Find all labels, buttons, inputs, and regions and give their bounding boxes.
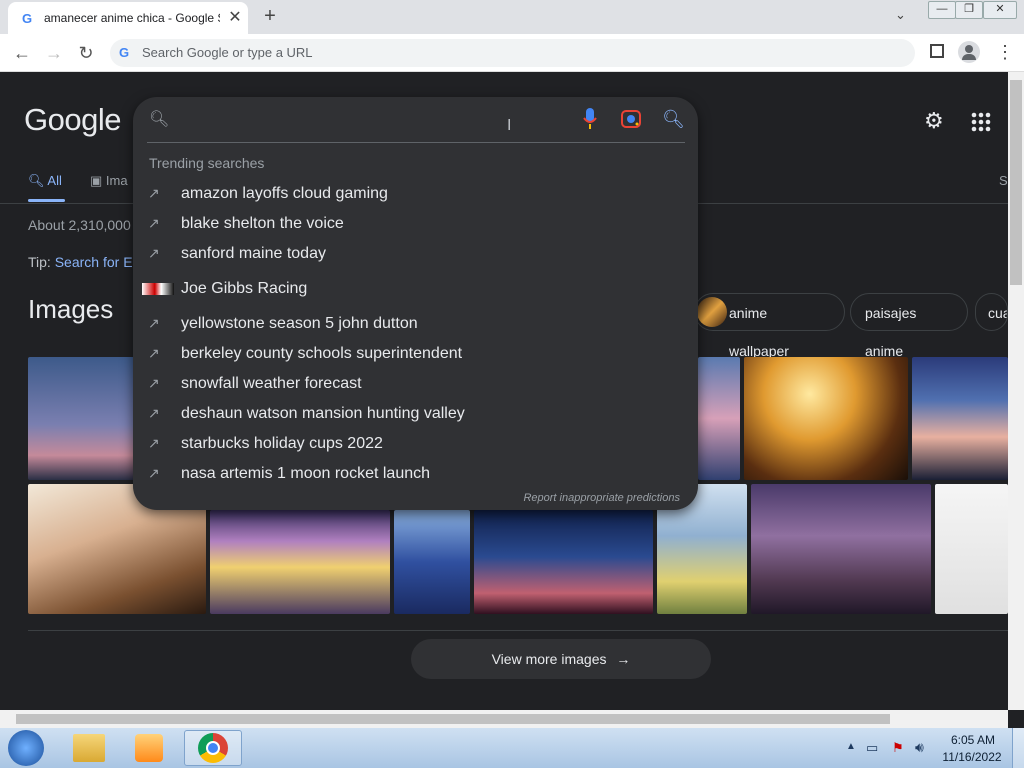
- network-icon[interactable]: ▭: [866, 740, 878, 756]
- suggestion-text: snowfall weather forecast: [181, 375, 362, 392]
- search-icon: 🔍︎: [28, 173, 45, 188]
- tab-images-label: Ima: [105, 173, 128, 188]
- chip-label: cua: [988, 305, 1007, 321]
- google-favicon-icon: G: [22, 11, 33, 26]
- action-center-flag-icon[interactable]: ⚑: [892, 740, 904, 756]
- reload-icon[interactable]: ↻: [74, 41, 98, 65]
- suggestion-text: Joe Gibbs Racing: [181, 280, 308, 297]
- suggestion-text: sanford maine today: [181, 245, 326, 262]
- chip-anime-wallpaper[interactable]: anime wallpaper: [694, 293, 845, 359]
- result-stats: About 2,310,000: [28, 217, 131, 233]
- trending-arrow-icon: ↗: [148, 185, 160, 201]
- horizontal-scrollbar[interactable]: [0, 710, 1008, 728]
- suggestion-text: berkeley county schools superintendent: [181, 345, 463, 362]
- suggestion-text: yellowstone season 5 john dutton: [181, 315, 418, 332]
- joe-gibbs-racing-logo-icon: [142, 283, 174, 295]
- google-g-icon: G: [119, 45, 130, 60]
- image-result[interactable]: [698, 357, 740, 480]
- vertical-scrollbar[interactable]: [1008, 72, 1024, 710]
- chip-paisajes-anime[interactable]: paisajes anime: [850, 293, 968, 359]
- view-more-label: View more images: [491, 651, 607, 667]
- settings-gear-icon[interactable]: ⚙: [924, 110, 946, 132]
- trending-searches-title: Trending searches: [149, 155, 265, 171]
- chip-thumbnail: [697, 297, 727, 327]
- side-panel-icon[interactable]: [930, 44, 944, 58]
- minimize-button[interactable]: —: [928, 1, 956, 19]
- browser-tab[interactable]: G amanecer anime chica - Google S ✕: [8, 2, 248, 34]
- suggestion-text: blake shelton the voice: [181, 215, 344, 232]
- file-explorer-icon[interactable]: [73, 734, 105, 762]
- vertical-scrollbar-thumb[interactable]: [1010, 80, 1022, 285]
- tab-all-label: All: [47, 173, 62, 188]
- image-result[interactable]: [912, 357, 1008, 480]
- menu-kebab-icon[interactable]: ⋮: [996, 42, 1014, 63]
- clock-time[interactable]: 6:05 AM: [944, 733, 1002, 747]
- profile-avatar-icon[interactable]: [958, 41, 980, 63]
- clock-date[interactable]: 11/16/2022: [940, 750, 1004, 764]
- suggestion-text: deshaun watson mansion hunting valley: [181, 405, 465, 422]
- text-cursor-icon: I: [507, 117, 512, 134]
- new-tab-button[interactable]: +: [258, 4, 282, 28]
- tab-images[interactable]: ▣ Ima: [90, 173, 128, 189]
- apps-grid-icon[interactable]: [971, 112, 991, 132]
- chrome-icon: [198, 733, 228, 763]
- restore-button[interactable]: ❐: [955, 1, 983, 19]
- volume-icon[interactable]: 🔊︎: [915, 739, 924, 756]
- back-arrow-icon[interactable]: ←: [10, 41, 34, 65]
- tip-link[interactable]: Search for E: [55, 254, 133, 270]
- suggestion-text: starbucks holiday cups 2022: [181, 435, 383, 452]
- trending-arrow-icon: ↗: [148, 405, 160, 421]
- suggestion-text: amazon layoffs cloud gaming: [181, 185, 388, 202]
- trending-arrow-icon: ↗: [148, 245, 160, 261]
- image-result[interactable]: [474, 510, 653, 614]
- tip-line: Tip: Search for E: [28, 254, 133, 270]
- trending-arrow-icon: ↗: [148, 215, 160, 231]
- tab-all[interactable]: 🔍︎ All: [28, 173, 62, 189]
- forward-arrow-icon[interactable]: →: [42, 41, 66, 65]
- tab-title: amanecer anime chica - Google S: [44, 11, 220, 25]
- section-divider: [28, 630, 1008, 631]
- trending-arrow-icon: ↗: [148, 375, 160, 391]
- trending-arrow-icon: ↗: [148, 435, 160, 451]
- show-desktop-button[interactable]: [1012, 728, 1024, 768]
- search-icon: 🔍︎: [149, 111, 170, 128]
- view-more-images-button[interactable]: View more images →: [411, 639, 711, 679]
- dropdown-divider: [147, 142, 685, 143]
- image-result[interactable]: [935, 484, 1008, 614]
- windows-start-button-icon[interactable]: [8, 730, 44, 766]
- active-tab-underline: [28, 199, 65, 202]
- search-submit-icon[interactable]: 🔍︎: [662, 109, 685, 130]
- trending-arrow-icon: ↗: [148, 465, 160, 481]
- suggestion-text: nasa artemis 1 moon rocket launch: [181, 465, 431, 482]
- images-heading: Images: [28, 294, 114, 324]
- google-logo[interactable]: Google: [24, 102, 121, 138]
- trending-arrow-icon: ↗: [148, 345, 160, 361]
- trending-arrow-icon: ↗: [148, 315, 160, 331]
- tab-right-cut[interactable]: S: [999, 173, 1008, 188]
- omnibox-placeholder: Search Google or type a URL: [142, 45, 313, 60]
- arrow-right-icon: →: [616, 651, 631, 667]
- media-player-icon[interactable]: [135, 734, 163, 762]
- image-result[interactable]: [394, 510, 470, 614]
- image-result[interactable]: [210, 510, 390, 614]
- image-result[interactable]: [28, 357, 146, 480]
- tab-search-chevron-icon[interactable]: ⌄: [895, 7, 915, 27]
- image-icon: ▣: [90, 173, 103, 188]
- image-result[interactable]: [751, 484, 931, 614]
- report-predictions-link[interactable]: Report inappropriate predictions: [523, 492, 680, 504]
- search-suggestions-dropdown: 🔍︎ I 🔍︎ Trending searches ↗ amazon layoff…: [133, 97, 698, 510]
- voice-search-mic-icon[interactable]: [583, 108, 597, 130]
- tip-prefix: Tip:: [28, 254, 55, 270]
- image-result[interactable]: [744, 357, 908, 480]
- tray-expand-icon[interactable]: ▲: [846, 741, 856, 752]
- omnibox[interactable]: G Search Google or type a URL: [110, 39, 915, 67]
- tab-close-icon[interactable]: ✕: [226, 7, 244, 27]
- lens-camera-icon[interactable]: [621, 110, 641, 128]
- chrome-taskbar-button[interactable]: [184, 730, 242, 766]
- chip-cut[interactable]: cua: [975, 293, 1008, 331]
- horizontal-scrollbar-thumb[interactable]: [16, 714, 890, 724]
- close-window-button[interactable]: ✕: [983, 1, 1017, 19]
